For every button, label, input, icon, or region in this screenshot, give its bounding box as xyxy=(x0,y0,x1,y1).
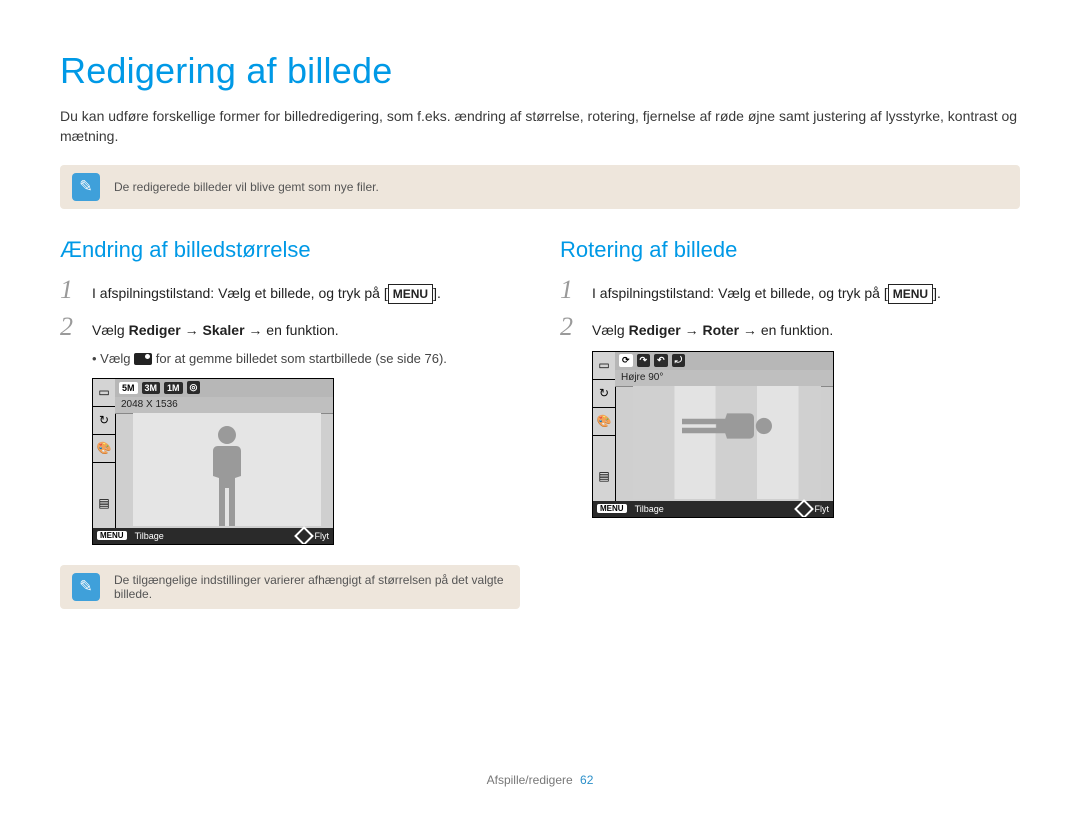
intro-paragraph: Du kan udføre forskellige former for bil… xyxy=(60,106,1020,147)
t: → xyxy=(681,322,703,338)
t: → en funktion. xyxy=(245,322,339,338)
ui-viewport xyxy=(633,386,821,499)
size-option: 1M xyxy=(164,382,183,394)
start-image-icon: ◎ xyxy=(187,381,201,394)
menu-badge: MENU xyxy=(388,284,433,304)
t: → xyxy=(181,322,203,338)
ui-sidebar: ▭ ↻ 🎨 ▤ xyxy=(593,352,616,517)
heading-resize: Ændring af billedstørrelse xyxy=(60,237,520,263)
ui-rotate-label: Højre 90° xyxy=(615,370,833,387)
t: Vælg xyxy=(92,322,129,338)
note-icon xyxy=(72,173,100,201)
move-icon xyxy=(294,526,314,545)
palette-icon: 🎨 xyxy=(593,408,615,436)
rotate-option-icon: ⟳ xyxy=(619,354,633,367)
step-number: 2 xyxy=(60,314,80,340)
resize-icon: ▭ xyxy=(593,352,615,380)
menu-badge-icon: MENU xyxy=(597,504,627,513)
heading-rotate: Rotering af billede xyxy=(560,237,1020,263)
step1-post: ]. xyxy=(433,285,441,301)
step-number: 1 xyxy=(60,277,80,303)
step-text: I afspilningstilstand: Vælg et billede, … xyxy=(592,283,941,304)
ui-topbar: 5M 3M 1M ◎ xyxy=(115,379,333,398)
t: Skaler xyxy=(202,322,244,338)
ui-bottombar: MENU Tilbage Flyt xyxy=(93,528,333,544)
page-footer: Afspille/redigere 62 xyxy=(0,773,1080,787)
move-label: Flyt xyxy=(315,531,330,541)
move-label: Flyt xyxy=(815,504,830,514)
page-title: Redigering af billede xyxy=(60,50,1020,92)
rotate-option-icon: ↶ xyxy=(654,354,668,367)
move-icon xyxy=(794,499,814,518)
sub-bullet-left: • Vælg for at gemme billedet som startbi… xyxy=(92,351,520,366)
t: Vælg xyxy=(592,322,629,338)
ui-sidebar: ▭ ↻ 🎨 ▤ xyxy=(93,379,116,544)
step-2-left: 2 Vælg Rediger → Skaler → en funktion. xyxy=(60,314,520,341)
person-silhouette xyxy=(201,426,253,526)
note-icon xyxy=(72,573,100,601)
ui-resolution-label: 2048 X 1536 xyxy=(115,397,333,414)
step1-pre: I afspilningstilstand: Vælg et billede, … xyxy=(92,285,388,301)
menu-badge: MENU xyxy=(888,284,933,304)
note-text-left: De tilgængelige indstillinger varierer a… xyxy=(114,573,508,601)
section-resize: Ændring af billedstørrelse 1 I afspilnin… xyxy=(60,237,520,637)
t: → en funktion. xyxy=(739,322,833,338)
rotate-icon: ↻ xyxy=(93,407,115,435)
footer-section: Afspille/redigere xyxy=(487,773,573,787)
t: • Vælg xyxy=(92,351,134,366)
footer-page-number: 62 xyxy=(580,773,593,787)
section-rotate: Rotering af billede 1 I afspilningstilst… xyxy=(560,237,1020,637)
step-2-right: 2 Vælg Rediger → Roter → en funktion. xyxy=(560,314,1020,341)
step-text: I afspilningstilstand: Vælg et billede, … xyxy=(92,283,441,304)
back-label: Tilbage xyxy=(135,531,164,541)
step-text: Vælg Rediger → Roter → en funktion. xyxy=(592,320,833,341)
start-image-icon xyxy=(134,353,152,365)
rotate-option-icon: ↷ xyxy=(637,354,651,367)
note-text-top: De redigerede billeder vil blive gemt so… xyxy=(114,180,379,194)
size-option: 5M xyxy=(119,382,138,394)
t: Rediger xyxy=(129,322,181,338)
camera-ui-rotate: ▭ ↻ 🎨 ▤ ⟳ ↷ ↶ ⤾ Højre 90° xyxy=(592,351,834,518)
ui-topbar: ⟳ ↷ ↶ ⤾ xyxy=(615,352,833,371)
note-box-left: De tilgængelige indstillinger varierer a… xyxy=(60,565,520,609)
step-number: 2 xyxy=(560,314,580,340)
back-label: Tilbage xyxy=(635,504,664,514)
step-text: Vælg Rediger → Skaler → en funktion. xyxy=(92,320,339,341)
step-1-right: 1 I afspilningstilstand: Vælg et billede… xyxy=(560,277,1020,304)
person-silhouette-lying xyxy=(682,400,772,452)
rotate-option-icon: ⤾ xyxy=(672,354,686,367)
menu-badge-icon: MENU xyxy=(97,531,127,540)
ui-viewport xyxy=(133,413,321,526)
palette-icon: 🎨 xyxy=(93,435,115,463)
t: for at gemme billedet som startbillede (… xyxy=(152,351,447,366)
rotate-icon: ↻ xyxy=(593,380,615,408)
ui-bottombar: MENU Tilbage Flyt xyxy=(593,501,833,517)
note-box-top: De redigerede billeder vil blive gemt so… xyxy=(60,165,1020,209)
step-1-left: 1 I afspilningstilstand: Vælg et billede… xyxy=(60,277,520,304)
t: Roter xyxy=(702,322,739,338)
step-number: 1 xyxy=(560,277,580,303)
t: I afspilningstilstand: Vælg et billede, … xyxy=(592,285,888,301)
t: Rediger xyxy=(629,322,681,338)
resize-icon: ▭ xyxy=(93,379,115,407)
size-option: 3M xyxy=(142,382,161,394)
camera-ui-resize: ▭ ↻ 🎨 ▤ 5M 3M 1M ◎ 2048 X 1536 xyxy=(92,378,334,545)
t: ]. xyxy=(933,285,941,301)
